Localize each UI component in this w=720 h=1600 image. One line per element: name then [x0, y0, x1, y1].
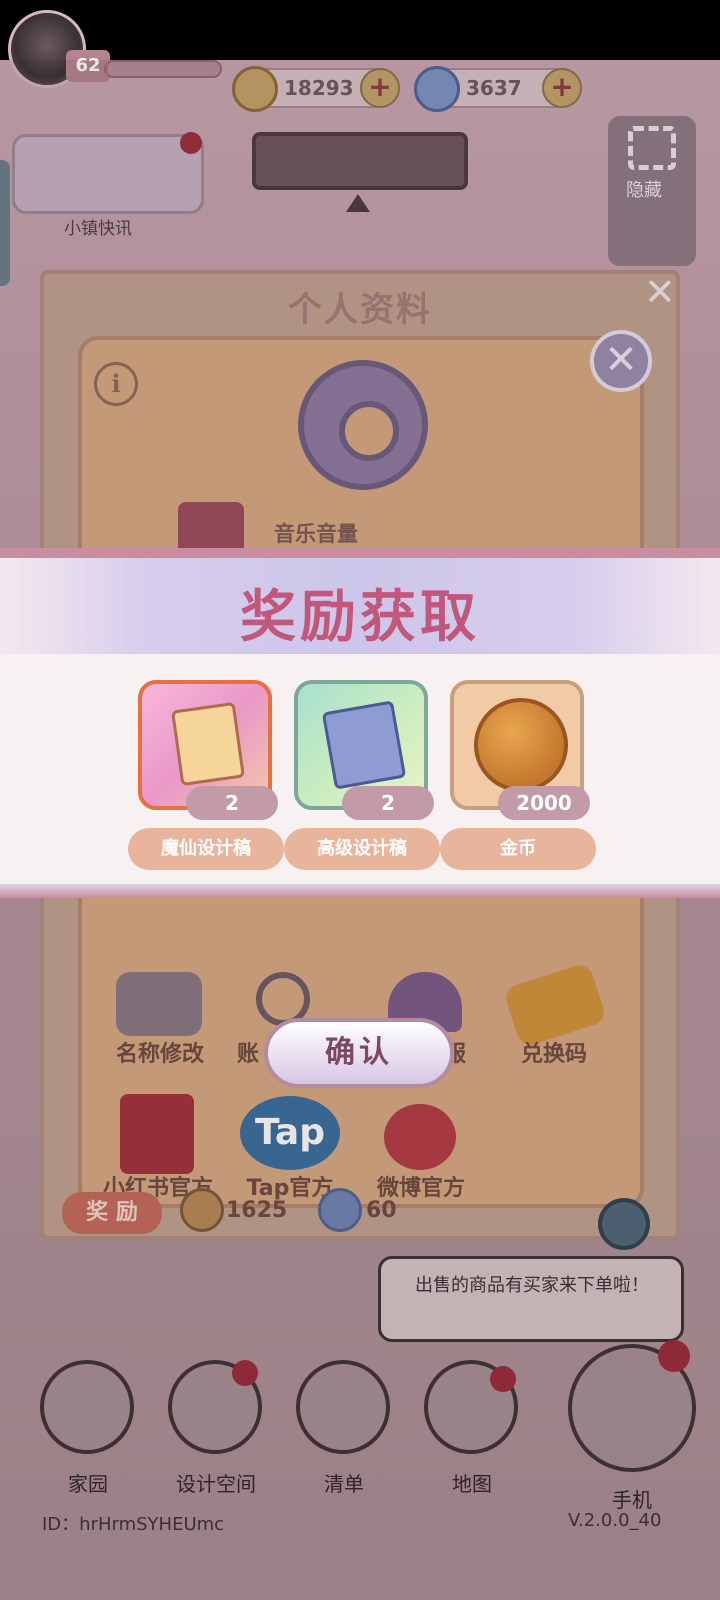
- add-coins-button[interactable]: +: [360, 68, 400, 108]
- rename-button[interactable]: 名称修改: [98, 1036, 222, 1068]
- xp-bar: [104, 60, 222, 78]
- music-volume-label: 音乐音量: [274, 522, 358, 546]
- coin-counter: 18293 +: [232, 66, 400, 112]
- gem-counter: 3637 +: [414, 66, 582, 112]
- gem-amount: 3637: [466, 76, 522, 100]
- reward-item: 2 高级设计稿: [284, 680, 440, 870]
- close-settings-button[interactable]: ✕: [590, 330, 652, 392]
- popup-title: 奖励获取: [240, 585, 480, 650]
- nav-map-label[interactable]: 地图: [422, 1468, 522, 1497]
- town-news-label: 小镇快讯: [64, 219, 132, 239]
- account-button[interactable]: 账: [228, 1036, 268, 1068]
- banner-arrow-icon: [346, 194, 370, 212]
- coin-amount: 18293: [284, 76, 354, 100]
- scroll-shape: [321, 700, 407, 790]
- swirl-gem-icon: [318, 1188, 362, 1232]
- reward-gems: 60: [366, 1198, 397, 1223]
- settings-gear-icon: [298, 360, 428, 490]
- nav-design-label[interactable]: 设计空间: [166, 1468, 266, 1497]
- xp-bar-fill: [106, 62, 109, 76]
- book-icon: [120, 1094, 194, 1174]
- coin-icon: [180, 1188, 224, 1232]
- version-label: V.2.0.0_40: [568, 1510, 662, 1531]
- info-button[interactable]: i: [94, 362, 138, 406]
- swirl-gem-icon: [414, 66, 460, 112]
- coin-icon: [232, 66, 278, 112]
- scroll-shape: [171, 701, 245, 787]
- weibo-icon: [384, 1104, 456, 1170]
- gear-icon[interactable]: [598, 1198, 650, 1250]
- item-count: 2: [186, 786, 278, 820]
- reward-label: 奖 励: [62, 1192, 162, 1234]
- hide-frame-icon[interactable]: [628, 126, 676, 170]
- reward-coins: 1625: [226, 1198, 288, 1223]
- close-icon[interactable]: ✕: [644, 270, 676, 314]
- notification-dot: [658, 1340, 690, 1372]
- item-name: 魔仙设计稿: [128, 828, 284, 870]
- message-text: 出售的商品有买家来下单啦！: [415, 1275, 649, 1296]
- redeem-code-button[interactable]: 兑换码: [504, 1036, 604, 1068]
- list-icon[interactable]: [296, 1360, 390, 1454]
- popup-border-top: [0, 548, 720, 558]
- nav-list-label[interactable]: 清单: [294, 1468, 394, 1497]
- nav-phone-label[interactable]: 手机: [582, 1484, 682, 1513]
- add-gems-button[interactable]: +: [542, 68, 582, 108]
- tap-logo-icon: Tap: [240, 1096, 340, 1170]
- pencil-icon: [116, 972, 202, 1036]
- coin-shape: [474, 698, 568, 792]
- notification-dot: [490, 1366, 516, 1392]
- reward-item: 2 魔仙设计稿: [128, 680, 284, 870]
- item-name: 金币: [440, 828, 596, 870]
- item-count: 2000: [498, 786, 590, 820]
- notification-dot: [232, 1360, 258, 1386]
- event-banner[interactable]: [252, 132, 468, 190]
- hide-button-label[interactable]: 隐藏: [626, 176, 662, 202]
- nav-home-label[interactable]: 家园: [38, 1468, 138, 1497]
- item-name: 高级设计稿: [284, 828, 440, 870]
- player-id: ID：hrHrmSYHEUmc: [42, 1514, 225, 1535]
- notification-dot: [180, 132, 202, 154]
- item-count: 2: [342, 786, 434, 820]
- town-news-card[interactable]: [12, 134, 204, 214]
- popup-border-bottom: [0, 884, 720, 898]
- confirm-button[interactable]: 确认: [264, 1018, 454, 1088]
- reward-item: 2000 金币: [440, 680, 596, 870]
- profile-title: 个人资料: [288, 290, 432, 330]
- home-icon[interactable]: [40, 1360, 134, 1454]
- side-drawer-handle[interactable]: [0, 160, 10, 286]
